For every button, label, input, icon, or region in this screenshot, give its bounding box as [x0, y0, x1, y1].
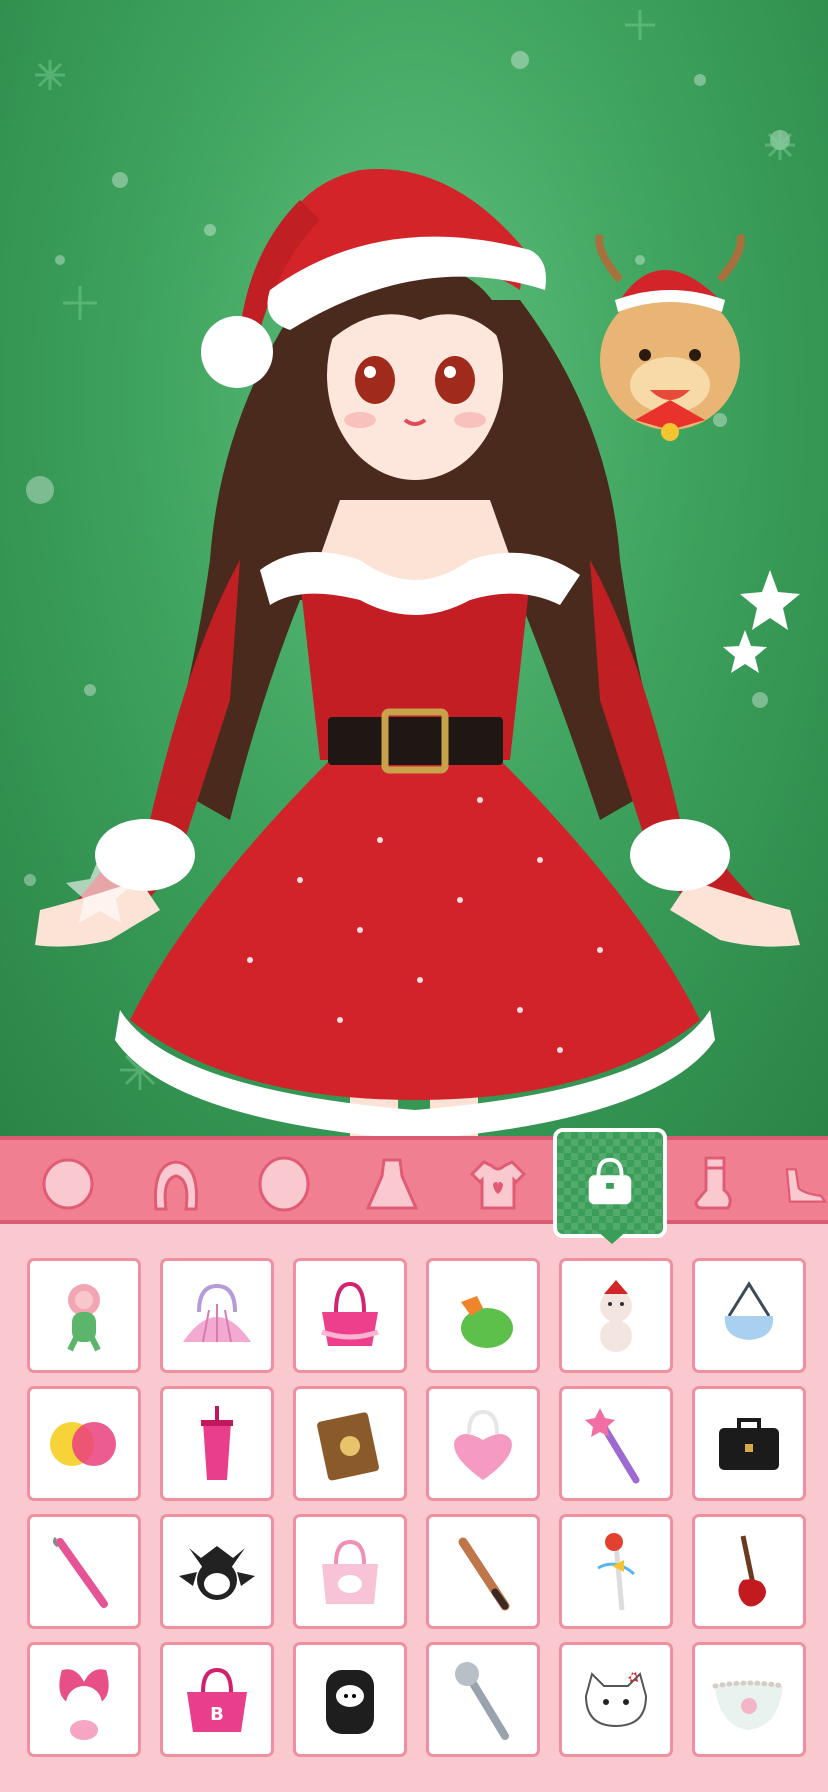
teddy-bear-santa-icon — [600, 1279, 632, 1352]
item-teddy-bear-santa[interactable] — [559, 1258, 673, 1373]
pink-umbrella-icon — [52, 1536, 108, 1608]
tab-dress[interactable] — [354, 1146, 430, 1222]
item-pink-frill-handbag[interactable] — [293, 1258, 407, 1373]
pink-barbie-bag-icon: B — [187, 1667, 247, 1732]
tab-socks[interactable] — [676, 1146, 752, 1222]
spell-book-icon — [317, 1411, 379, 1480]
item-seashell-purse[interactable] — [160, 1258, 274, 1373]
pink-heart-purse-icon — [454, 1409, 512, 1480]
item-panel: B — [0, 1224, 828, 1792]
tab-top[interactable] — [460, 1146, 536, 1222]
item-pearl-clutch[interactable] — [692, 1642, 806, 1757]
black-briefcase-icon — [719, 1417, 779, 1470]
active-tab-pointer — [596, 1230, 628, 1244]
item-hello-kitty-bag[interactable] — [293, 1514, 407, 1629]
reindeer-plush — [595, 233, 745, 441]
dress-up-scene — [0, 0, 828, 1136]
dinosaur-plush-icon — [67, 1283, 101, 1351]
item-baseball-bat[interactable] — [426, 1514, 540, 1629]
item-pink-heart-purse[interactable] — [426, 1386, 540, 1501]
item-electric-guitar[interactable] — [692, 1514, 806, 1629]
tab-face[interactable] — [30, 1146, 106, 1222]
pink-tumbler-icon — [201, 1405, 233, 1480]
my-melody-plush-icon — [59, 1668, 109, 1740]
pompoms-icon — [50, 1421, 116, 1466]
tab-hair[interactable] — [138, 1146, 214, 1222]
item-my-melody-plush[interactable] — [27, 1642, 141, 1757]
face-icon — [42, 1158, 94, 1210]
kuromi-backpack-icon — [326, 1669, 374, 1734]
tab-head[interactable] — [246, 1146, 322, 1222]
dress-icon — [365, 1158, 419, 1210]
electric-guitar-icon — [738, 1534, 766, 1607]
item-microphone[interactable] — [426, 1642, 540, 1757]
item-kuromi-backpack[interactable] — [293, 1642, 407, 1757]
magic-wand-icon — [585, 1407, 640, 1483]
item-grid: B — [27, 1258, 806, 1757]
item-pink-umbrella[interactable] — [27, 1514, 141, 1629]
scene-illustration — [24, 10, 800, 1136]
svg-text:B: B — [210, 1704, 224, 1725]
item-kuromi-bag[interactable] — [160, 1514, 274, 1629]
item-pink-tumbler[interactable] — [160, 1386, 274, 1501]
pearl-clutch-icon — [712, 1680, 786, 1730]
item-coconut-drink[interactable] — [426, 1258, 540, 1373]
tab-bag[interactable] — [553, 1128, 667, 1238]
bag-icon — [588, 1157, 632, 1205]
head-icon — [258, 1156, 310, 1212]
item-spoon-charm[interactable] — [559, 1514, 673, 1629]
item-magic-wand[interactable] — [559, 1386, 673, 1501]
pink-frill-handbag-icon — [321, 1281, 379, 1346]
item-black-briefcase[interactable] — [692, 1386, 806, 1501]
item-dinosaur-plush[interactable] — [27, 1258, 141, 1373]
hello-kitty-bag-icon — [322, 1539, 378, 1604]
item-hello-kitty-purse[interactable] — [559, 1642, 673, 1757]
spoon-charm-icon — [597, 1532, 635, 1610]
hello-kitty-purse-icon — [584, 1671, 648, 1727]
item-spell-book[interactable] — [293, 1386, 407, 1501]
item-blue-shoulder-bag[interactable] — [692, 1258, 806, 1373]
kuromi-bag-icon — [179, 1545, 255, 1600]
baseball-bat-icon — [458, 1537, 510, 1610]
tab-shoes[interactable] — [784, 1146, 828, 1222]
hair-icon — [153, 1160, 199, 1211]
microphone-icon — [455, 1661, 509, 1740]
category-tab-bar — [0, 1128, 828, 1238]
shirt-icon — [469, 1160, 527, 1210]
item-pompoms[interactable] — [27, 1386, 141, 1501]
shoe-icon — [785, 1168, 828, 1203]
coconut-drink-icon — [461, 1295, 513, 1348]
item-pink-barbie-bag[interactable]: B — [160, 1642, 274, 1757]
blue-shoulder-bag-icon — [724, 1280, 774, 1340]
sock-icon — [694, 1156, 732, 1210]
seashell-purse-icon — [183, 1283, 251, 1342]
